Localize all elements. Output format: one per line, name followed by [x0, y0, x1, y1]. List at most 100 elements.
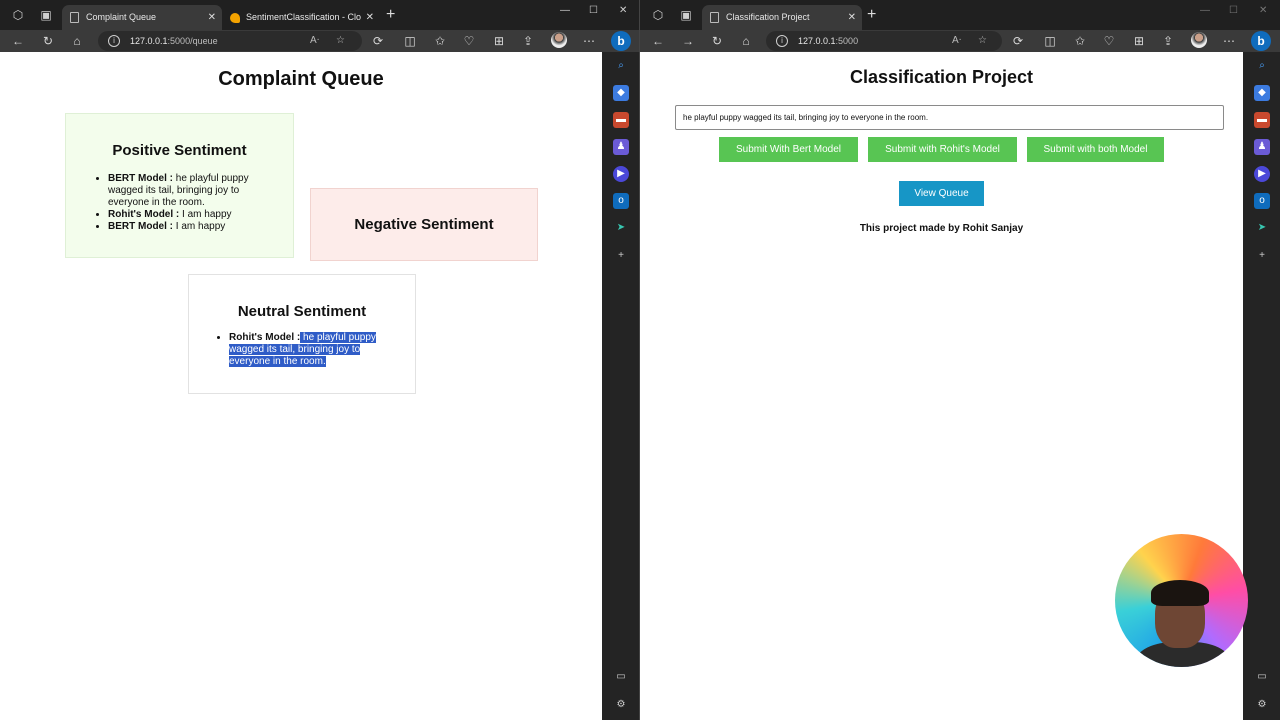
search-icon[interactable]: ⌕: [1254, 58, 1270, 74]
collections-icon[interactable]: ⊞: [1130, 32, 1148, 50]
tools-icon[interactable]: ▬: [613, 112, 629, 128]
close-window-button[interactable]: ✕: [619, 5, 627, 16]
share-icon[interactable]: ⇪: [1159, 32, 1177, 50]
add-icon[interactable]: +: [1254, 248, 1270, 264]
profile-avatar[interactable]: [551, 32, 567, 48]
workspaces-icon[interactable]: ⬡: [10, 7, 26, 23]
favorite-icon[interactable]: ☆: [978, 31, 987, 51]
sidebar-toggle-icon[interactable]: ▭: [1254, 669, 1270, 685]
address-bar[interactable]: i 127.0.0.1:5000 Aᐧ ☆: [766, 31, 1002, 51]
split-screen-icon[interactable]: ◫: [1041, 32, 1059, 50]
list-item: BERT Model : I am happy: [108, 221, 281, 233]
page-content: Complaint Queue Positive Sentiment BERT …: [0, 52, 602, 720]
browser-essentials-icon[interactable]: ♡: [460, 32, 478, 50]
negative-sentiment-card: Negative Sentiment: [310, 188, 538, 261]
share-icon[interactable]: ⇪: [519, 32, 537, 50]
minimize-button[interactable]: —: [560, 5, 570, 16]
info-icon[interactable]: i: [776, 35, 788, 47]
browser-window-left: ⬡ ▣ Complaint Queue ✕ SentimentClassific…: [0, 0, 640, 720]
close-tab-icon[interactable]: ✕: [848, 5, 856, 30]
close-tab-icon[interactable]: ✕: [366, 5, 374, 30]
close-window-button[interactable]: ✕: [1259, 5, 1267, 16]
home-icon[interactable]: ⌂: [737, 32, 755, 50]
media-icon[interactable]: ▶: [1254, 166, 1270, 182]
page-title: Classification Project: [849, 67, 1034, 87]
page-title: Complaint Queue: [218, 68, 384, 90]
shopping-icon[interactable]: ◆: [613, 85, 629, 101]
home-icon[interactable]: ⌂: [68, 32, 86, 50]
positive-heading: Positive Sentiment: [112, 142, 247, 159]
outlook-icon[interactable]: o: [1254, 193, 1270, 209]
collections-icon[interactable]: ⊞: [490, 32, 508, 50]
positive-sentiment-card: Positive Sentiment BERT Model : he playf…: [65, 113, 294, 258]
positive-list: BERT Model : he playful puppy wagged its…: [108, 173, 281, 233]
copilot-icon[interactable]: b: [611, 31, 631, 51]
forward-icon[interactable]: →: [679, 32, 697, 50]
back-icon[interactable]: ←: [9, 32, 27, 50]
url-path: :5000: [835, 36, 859, 46]
minimize-button[interactable]: —: [1200, 5, 1210, 16]
maximize-button[interactable]: ☐: [589, 5, 598, 16]
complaint-text: I am happy: [179, 209, 232, 220]
tab-strip: ⬡ ▣ Classification Project ✕ + — ☐ ✕: [640, 0, 1280, 30]
url-path: :5000/queue: [167, 36, 218, 46]
browser-essentials-icon[interactable]: ♡: [1100, 32, 1118, 50]
tab-complaint-queue[interactable]: Complaint Queue ✕: [62, 5, 222, 30]
read-aloud-icon[interactable]: Aᐧ: [310, 31, 319, 51]
favorite-icon[interactable]: ☆: [336, 31, 345, 51]
search-icon[interactable]: ⌕: [613, 58, 629, 74]
tab-classification-project[interactable]: Classification Project ✕: [702, 5, 862, 30]
tab-sentiment-classification[interactable]: SentimentClassification - Cloud F ✕: [222, 5, 380, 30]
url-host: 127.0.0.1: [798, 36, 836, 46]
settings-icon[interactable]: ⚙: [1254, 697, 1270, 713]
view-queue-button[interactable]: View Queue: [899, 181, 984, 206]
new-tab-button[interactable]: +: [386, 7, 395, 23]
add-icon[interactable]: +: [613, 248, 629, 264]
settings-icon[interactable]: ⚙: [613, 697, 629, 713]
credit-text: This project made by Rohit Sanjay: [859, 223, 1024, 234]
more-icon[interactable]: ⋯: [580, 32, 598, 50]
profile-avatar[interactable]: [1191, 32, 1207, 48]
games-icon[interactable]: ♟: [1254, 139, 1270, 155]
copilot-icon[interactable]: b: [1251, 31, 1271, 51]
info-icon[interactable]: i: [108, 35, 120, 47]
back-icon[interactable]: ←: [649, 32, 667, 50]
workspaces-icon[interactable]: ⬡: [650, 7, 666, 23]
favorites-icon[interactable]: ✩: [431, 32, 449, 50]
submit-both-button[interactable]: Submit with both Model: [1027, 137, 1164, 162]
navigation-toolbar: ← → ↻ ⌂ i 127.0.0.1:5000 Aᐧ ☆ ⟳ ◫ ✩ ♡ ⊞ …: [640, 30, 1280, 52]
extensions-icon[interactable]: ⟳: [1009, 32, 1027, 50]
address-bar[interactable]: i 127.0.0.1:5000/queue Aᐧ ☆: [98, 31, 362, 51]
tab-title: Classification Project: [726, 12, 810, 22]
sidebar-toggle-icon[interactable]: ▭: [613, 669, 629, 685]
favorites-icon[interactable]: ✩: [1071, 32, 1089, 50]
negative-heading: Negative Sentiment: [354, 216, 494, 233]
games-icon[interactable]: ♟: [613, 139, 629, 155]
tab-actions-icon[interactable]: ▣: [38, 7, 54, 23]
more-icon[interactable]: ⋯: [1220, 32, 1238, 50]
media-icon[interactable]: ▶: [613, 166, 629, 182]
model-label: Rohit's Model :: [229, 332, 301, 343]
tab-actions-icon[interactable]: ▣: [678, 7, 694, 23]
new-tab-button[interactable]: +: [867, 7, 876, 23]
maximize-button[interactable]: ☐: [1229, 5, 1238, 16]
webcam-overlay: [1115, 534, 1248, 667]
refresh-icon[interactable]: ↻: [39, 32, 57, 50]
read-aloud-icon[interactable]: Aᐧ: [952, 31, 961, 51]
shopping-icon[interactable]: ◆: [1254, 85, 1270, 101]
tools-icon[interactable]: ▬: [1254, 112, 1270, 128]
list-item: BERT Model : he playful puppy wagged its…: [108, 173, 281, 209]
submit-bert-button[interactable]: Submit With Bert Model: [719, 137, 858, 162]
extensions-icon[interactable]: ⟳: [369, 32, 387, 50]
submit-rohit-button[interactable]: Submit with Rohit's Model: [868, 137, 1017, 162]
outlook-icon[interactable]: o: [613, 193, 629, 209]
close-tab-icon[interactable]: ✕: [208, 5, 216, 30]
navigation-toolbar: ← ↻ ⌂ i 127.0.0.1:5000/queue Aᐧ ☆ ⟳ ◫ ✩ …: [0, 30, 639, 52]
drop-icon[interactable]: ➤: [613, 220, 629, 236]
webcam-person-hair: [1151, 580, 1209, 606]
cloud-icon: [230, 13, 240, 23]
split-screen-icon[interactable]: ◫: [401, 32, 419, 50]
drop-icon[interactable]: ➤: [1254, 220, 1270, 236]
complaint-input[interactable]: [675, 105, 1224, 130]
refresh-icon[interactable]: ↻: [708, 32, 726, 50]
